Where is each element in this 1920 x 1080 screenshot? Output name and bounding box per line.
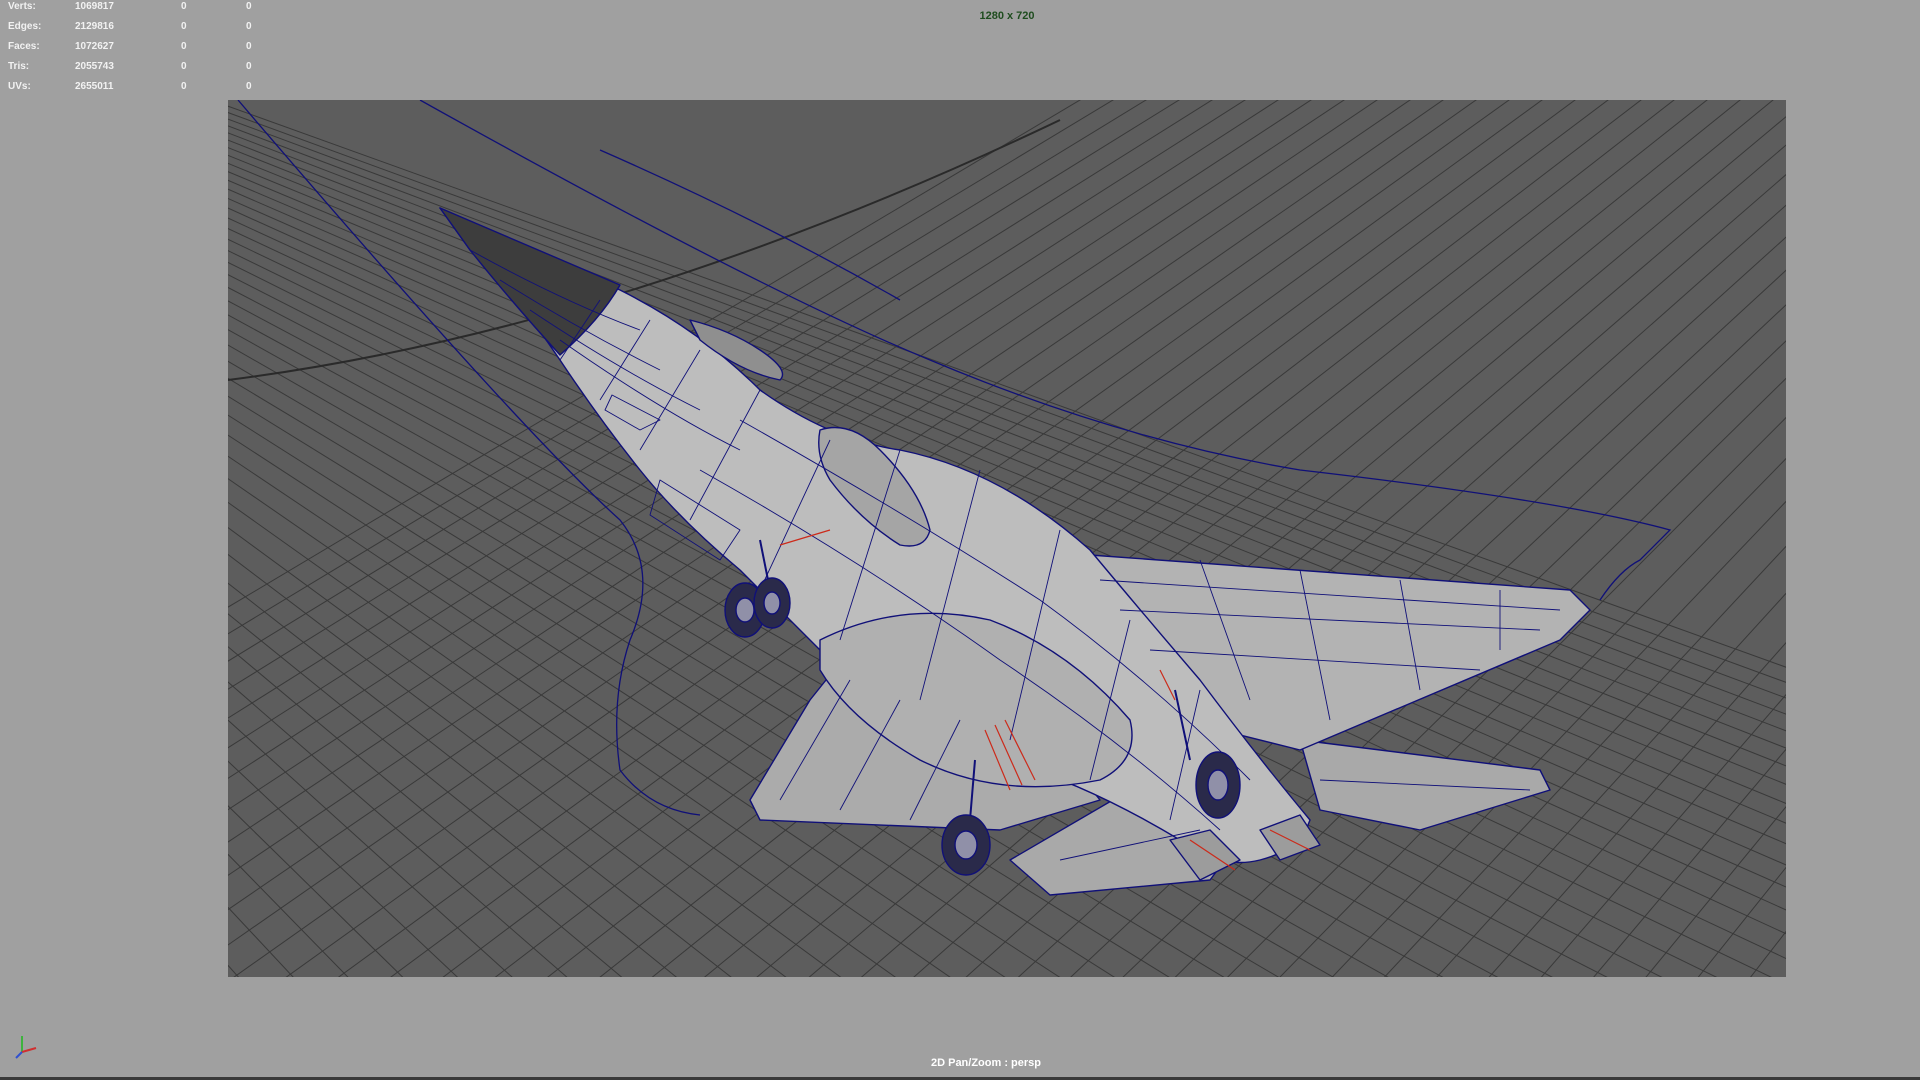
- xyz-axis-icon: [15, 1036, 37, 1059]
- hud-component: 0: [246, 41, 252, 52]
- hud-label: Tris:: [8, 61, 30, 72]
- camera-status-label: 2D Pan/Zoom : persp: [0, 1057, 1920, 1069]
- nose-landing-gear[interactable]: [724, 577, 791, 638]
- hud-component: 0: [246, 21, 252, 32]
- hud-label: Faces:: [8, 41, 40, 52]
- main-landing-gear-left[interactable]: [941, 814, 991, 876]
- hud-selected: 0: [181, 81, 187, 92]
- hud-label: Edges:: [8, 21, 42, 32]
- hud-component: 0: [246, 61, 252, 72]
- hud-selected: 0: [181, 61, 187, 72]
- scene-canvas[interactable]: [228, 100, 1786, 977]
- resolution-gate[interactable]: [228, 100, 1786, 977]
- main-landing-gear-right[interactable]: [1195, 751, 1241, 819]
- hud-total: 2055743: [75, 61, 114, 72]
- hud-component: 0: [246, 81, 252, 92]
- resolution-text: 1280 x 720: [979, 10, 1035, 22]
- hud-selected: 0: [181, 41, 187, 52]
- resolution-gate-label: 1280 x 720: [0, 10, 1920, 22]
- hud-total: 2655011: [75, 81, 114, 92]
- hud-total: 2129816: [75, 21, 114, 32]
- aircraft-model[interactable]: [439, 207, 1591, 896]
- camera-status-text: 2D Pan/Zoom : persp: [930, 1057, 1042, 1069]
- hud-label: UVs:: [8, 81, 31, 92]
- hud-selected: 0: [181, 21, 187, 32]
- persp-viewport[interactable]: Verts: 1069817 0 0 Edges: 2129816 0 0 Fa…: [0, 0, 1920, 1080]
- hud-total: 1072627: [75, 41, 114, 52]
